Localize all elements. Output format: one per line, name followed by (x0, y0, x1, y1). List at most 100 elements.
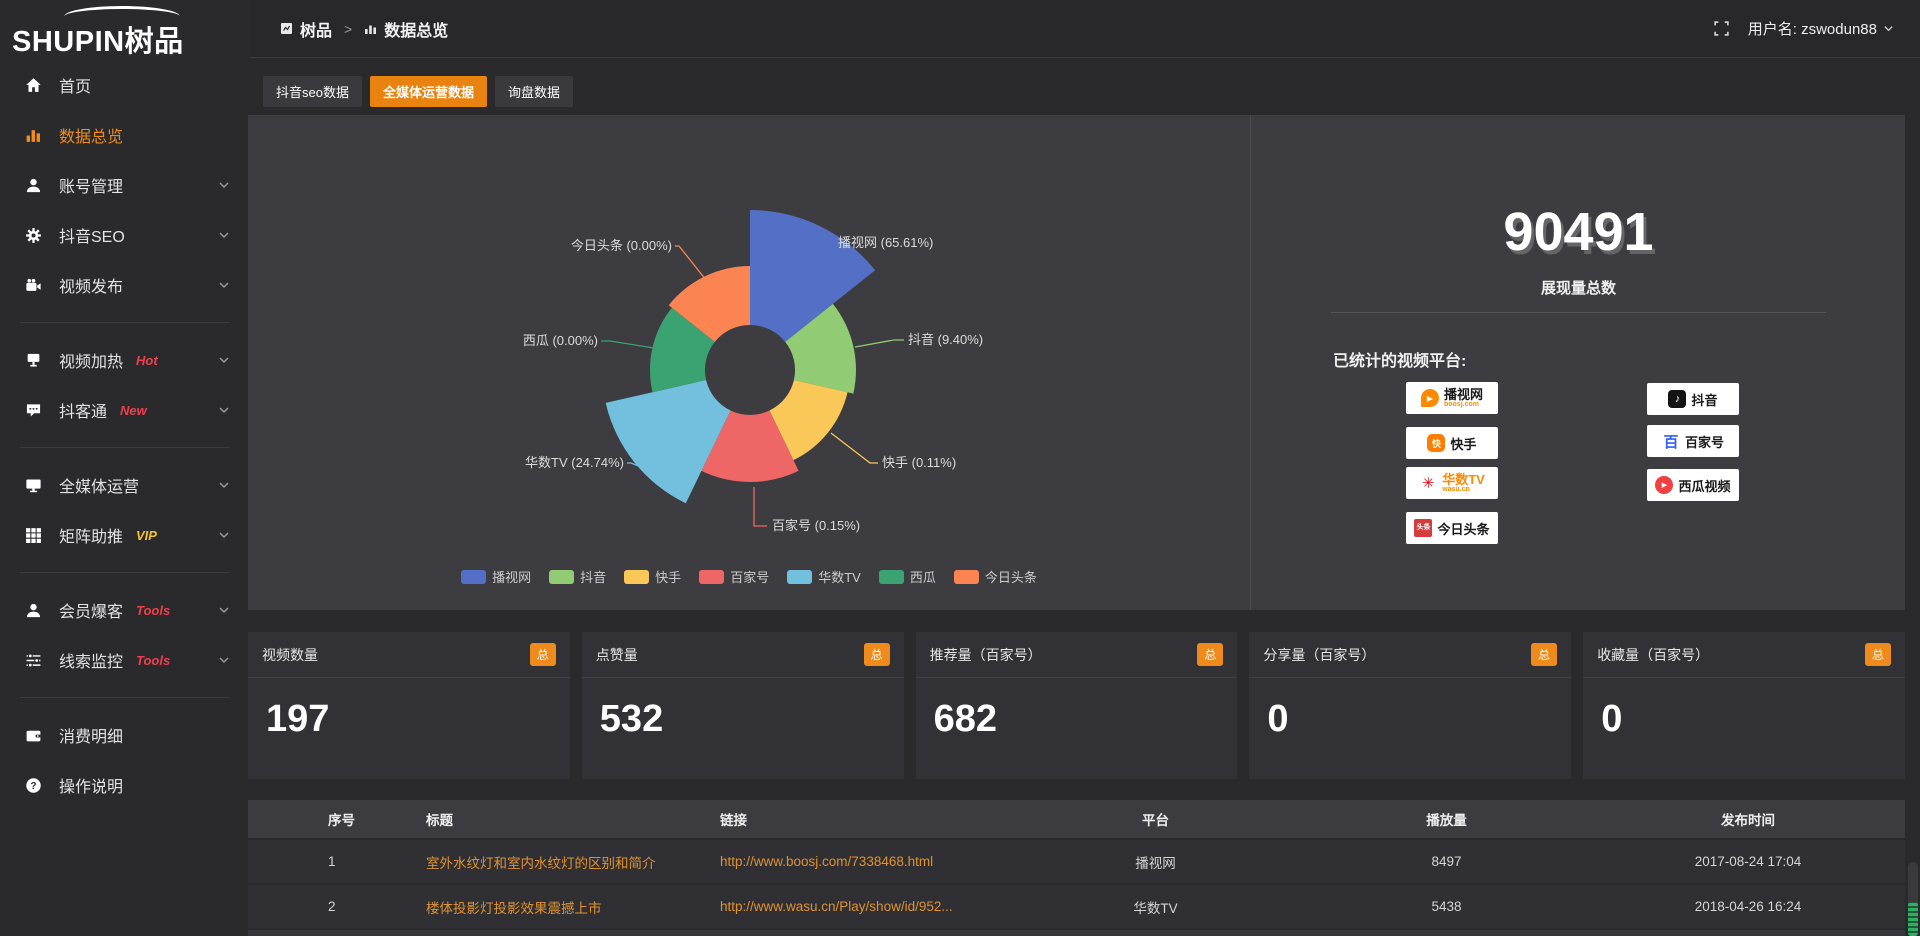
cell-title-link[interactable]: 楼体投影灯投影效果震撼上市 (426, 901, 602, 916)
legend-item-今日头条[interactable]: 今日头条 (954, 567, 1037, 586)
legend-item-抖音[interactable]: 抖音 (549, 567, 606, 586)
cell-platform: 华数TV (1009, 897, 1302, 917)
pie-slice-华数TV[interactable] (606, 380, 731, 503)
pie-label-line (831, 433, 878, 463)
cell-platform: 播视网 (1009, 852, 1302, 872)
kuaishou-icon: 快 (1427, 434, 1445, 452)
sidebar-item-矩阵助推[interactable]: 矩阵助推 VIP (0, 510, 250, 560)
pie-label-百家号: 百家号 (0.15%) (772, 518, 860, 533)
column-header-链接: 链接 (710, 809, 1009, 829)
platform-name: 西瓜视频 (1678, 476, 1730, 495)
chevron-down-icon[interactable] (218, 529, 230, 541)
sidebar-item-label: 抖客通 (59, 398, 107, 422)
total-badge[interactable]: 总 (1197, 643, 1223, 666)
scrollbar-marker[interactable] (1908, 902, 1918, 936)
sidebar-item-label: 操作说明 (59, 773, 123, 797)
legend-swatch (787, 570, 812, 584)
total-badge[interactable]: 总 (1865, 643, 1891, 666)
stat-cards-row: 视频数量 总 197 点赞量 总 532 推荐量（百家号） 总 682 分享量（… (248, 632, 1905, 779)
sidebar-item-账号管理[interactable]: 账号管理 (0, 160, 250, 210)
platform-badge-播视网[interactable]: ▶播视网boosj.com (1406, 382, 1498, 414)
page-title: 数据总览 (384, 17, 448, 41)
platform-badge-西瓜视频[interactable]: ▶ 西瓜视频 (1647, 469, 1739, 501)
sidebar-item-线索监控[interactable]: 线索监控 Tools (0, 635, 250, 685)
sidebar-item-label: 视频发布 (59, 273, 123, 297)
sidebar-item-操作说明[interactable]: ? 操作说明 (0, 760, 250, 810)
sidebar-item-会员爆客[interactable]: 会员爆客 Tools (0, 585, 250, 635)
sidebar-item-数据总览[interactable]: 数据总览 (0, 110, 250, 160)
chevron-down-icon[interactable] (218, 354, 230, 366)
table-header: 序号标题链接平台播放量发布时间 (248, 800, 1905, 840)
sidebar-item-首页[interactable]: 首页 (0, 60, 250, 110)
logo-text: SHUPIN树品 (12, 18, 184, 60)
breadcrumb-root[interactable]: 树品 (280, 17, 332, 41)
platform-badge-今日头条[interactable]: 头条今日头条 (1406, 512, 1498, 544)
sidebar-item-label: 矩阵助推 (59, 523, 123, 547)
tab-0[interactable]: 抖音seo数据 (263, 76, 362, 107)
chevron-down-icon[interactable] (218, 404, 230, 416)
cell-title-link[interactable]: 室外水纹灯和室内水纹灯的区别和简介 (426, 856, 656, 871)
legend-item-百家号[interactable]: 百家号 (699, 567, 769, 586)
member-icon (25, 601, 43, 619)
legend-label: 百家号 (730, 567, 769, 586)
xigua-icon: ▶ (1655, 476, 1673, 494)
legend-item-快手[interactable]: 快手 (624, 567, 681, 586)
sidebar-item-抖客通[interactable]: 抖客通 New (0, 385, 250, 435)
brand-logo[interactable]: SHUPIN树品 (12, 8, 238, 54)
column-header-序号: 序号 (318, 809, 416, 829)
stat-card-4: 收藏量（百家号） 总 0 (1583, 632, 1905, 779)
table-row-partial (248, 930, 1905, 936)
chevron-down-icon[interactable] (218, 279, 230, 291)
legend-swatch (624, 570, 649, 584)
stat-card-value: 0 (1601, 698, 1622, 741)
stat-card-0: 视频数量 总 197 (248, 632, 570, 779)
breadcrumb-current[interactable]: 数据总览 (364, 17, 448, 41)
legend-item-华数TV[interactable]: 华数TV (787, 567, 861, 586)
pie-label-华数TV: 华数TV (24.74%) (525, 455, 624, 470)
platform-badge-抖音[interactable]: ♪抖音 (1647, 383, 1739, 415)
total-badge[interactable]: 总 (864, 643, 890, 666)
legend-item-播视网[interactable]: 播视网 (461, 567, 531, 586)
sidebar-item-视频加热[interactable]: 视频加热 Hot (0, 335, 250, 385)
sidebar-divider (20, 447, 230, 448)
platform-badge-华数TV[interactable]: ✳华数TVwasu.cn (1406, 467, 1498, 499)
sidebar-item-全媒体运营[interactable]: 全媒体运营 (0, 460, 250, 510)
pie-label-抖音: 抖音 (9.40%) (908, 332, 983, 347)
chevron-down-icon[interactable] (218, 479, 230, 491)
gear-icon (25, 226, 43, 244)
chart-legend: 播视网 抖音 快手 百家号 华数TV 西瓜 今日头条 (248, 567, 1250, 586)
table-row: 1 室外水纹灯和室内水纹灯的区别和简介 http://www.boosj.com… (248, 840, 1905, 885)
sliders-icon (25, 651, 43, 669)
platform-name: 华数TV (1442, 473, 1485, 487)
sidebar-item-视频发布[interactable]: 视频发布 (0, 260, 250, 310)
platform-name: 抖音 (1691, 390, 1717, 409)
legend-item-西瓜[interactable]: 西瓜 (879, 567, 936, 586)
chevron-down-icon[interactable] (218, 654, 230, 666)
shupin-mini-icon (280, 22, 293, 35)
total-badge[interactable]: 总 (1531, 643, 1557, 666)
total-badge[interactable]: 总 (530, 643, 556, 666)
tab-2[interactable]: 询盘数据 (495, 76, 573, 107)
pie-label-播视网: 播视网 (65.61%) (838, 235, 933, 250)
fullscreen-icon[interactable] (1713, 20, 1730, 37)
platforms-title: 已统计的视频平台: (1333, 347, 1466, 371)
sidebar-nav: 首页 数据总览 账号管理 抖音SEO 视频发布 (0, 60, 250, 810)
chevron-down-icon[interactable] (218, 229, 230, 241)
stat-card-label: 收藏量（百家号） (1597, 645, 1709, 665)
chevron-down-icon[interactable] (218, 604, 230, 616)
sidebar-item-label: 消费明细 (59, 723, 123, 747)
cell-url-link[interactable]: http://www.wasu.cn/Play/show/id/952... (720, 899, 953, 914)
legend-label: 华数TV (818, 567, 861, 586)
user-menu[interactable]: 用户名: zswodun88 (1748, 18, 1894, 39)
cell-url-link[interactable]: http://www.boosj.com/7338468.html (720, 854, 933, 869)
platform-badge-快手[interactable]: 快快手 (1406, 427, 1498, 459)
platform-badge-百家号[interactable]: 百百家号 (1647, 425, 1739, 457)
chevron-down-icon[interactable] (218, 179, 230, 191)
data-tabs: 抖音seo数据全媒体运营数据询盘数据 (263, 76, 573, 107)
sidebar-item-抖音SEO[interactable]: 抖音SEO (0, 210, 250, 260)
app-screen: SHUPIN树品 首页 数据总览 账号管理 抖音SEO (0, 0, 1920, 936)
stat-card-2: 推荐量（百家号） 总 682 (916, 632, 1238, 779)
legend-label: 快手 (655, 567, 681, 586)
sidebar-item-消费明细[interactable]: 消费明细 (0, 710, 250, 760)
tab-1[interactable]: 全媒体运营数据 (370, 76, 487, 107)
